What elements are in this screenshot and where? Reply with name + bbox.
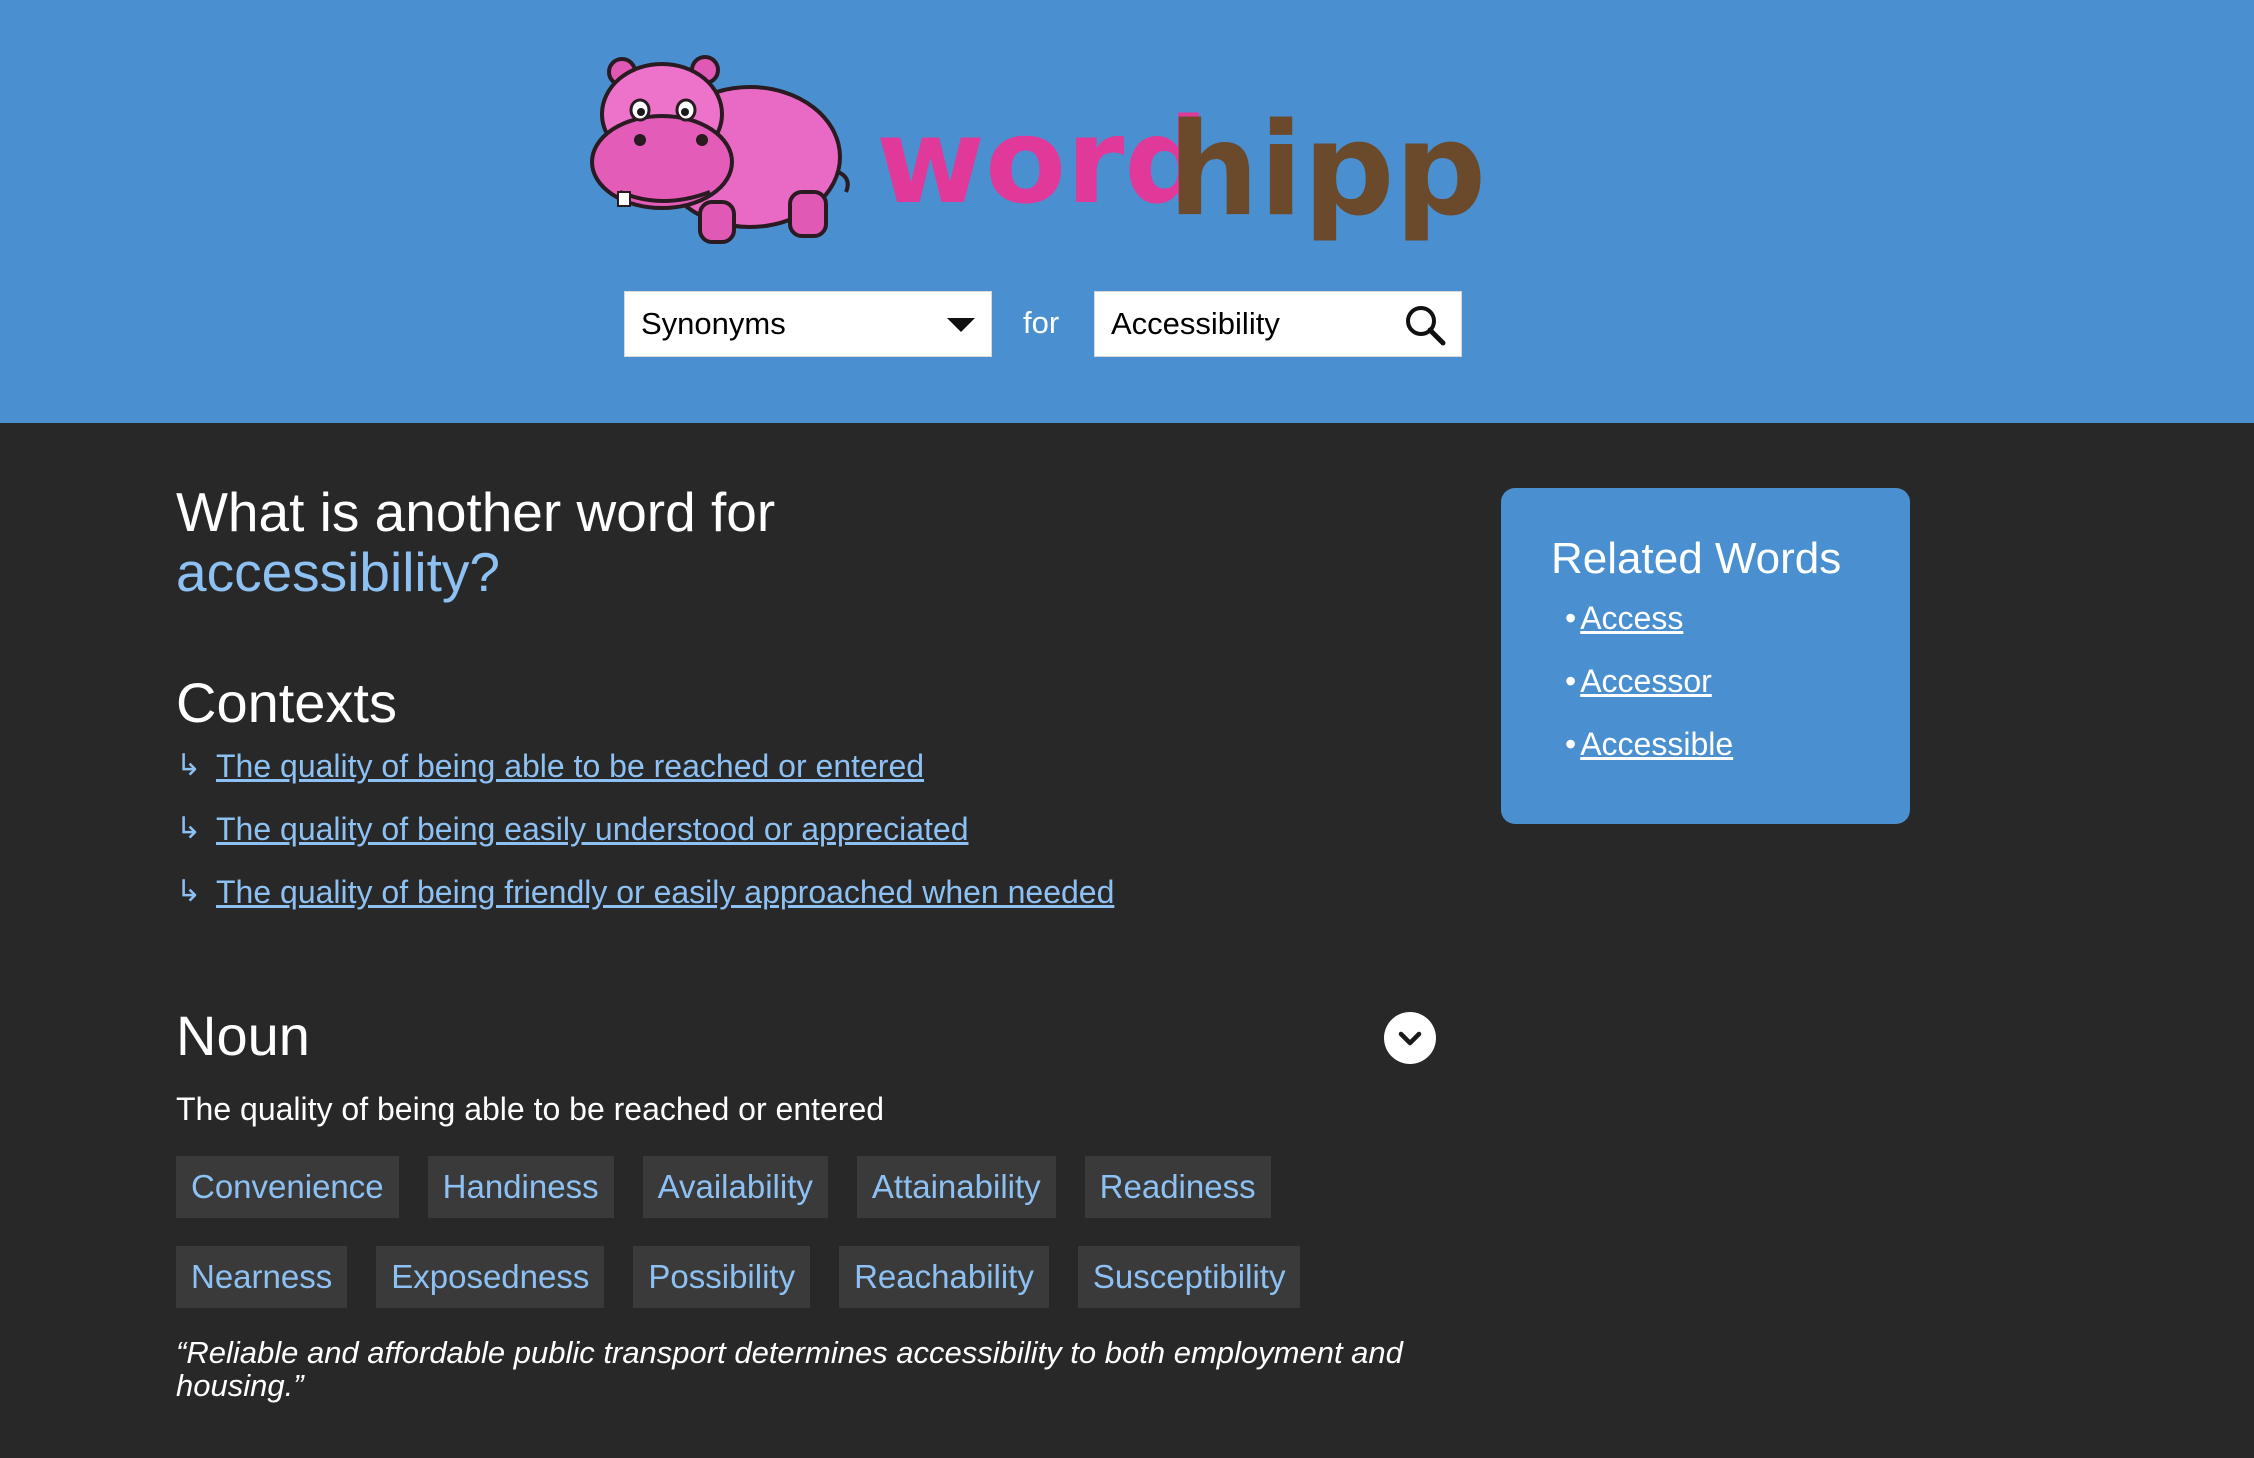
context-link[interactable]: The quality of being easily understood o… bbox=[216, 811, 968, 848]
search-icon bbox=[1406, 306, 1446, 346]
synonym-chip[interactable]: Reachability bbox=[839, 1246, 1049, 1308]
for-label: for bbox=[1023, 305, 1060, 340]
context-link[interactable]: The quality of being able to be reached … bbox=[216, 748, 924, 785]
synonym-row: Nearness Exposedness Possibility Reachab… bbox=[176, 1246, 1329, 1308]
logo-word-text: word bbox=[876, 92, 1209, 230]
contexts-list: ↳ The quality of being able to be reache… bbox=[176, 748, 1114, 937]
bullet-icon: • bbox=[1565, 663, 1577, 699]
related-word-item: • Accessible bbox=[1565, 726, 1733, 789]
context-link[interactable]: The quality of being friendly or easily … bbox=[216, 874, 1114, 911]
context-item: ↳ The quality of being friendly or easil… bbox=[176, 874, 1114, 937]
example-sentence: “Reliable and affordable public transpor… bbox=[176, 1335, 1403, 1403]
wordhippo-logo[interactable]: word hippo bbox=[590, 52, 1490, 262]
synonym-chip[interactable]: Attainability bbox=[856, 1156, 1056, 1218]
return-arrow-icon: ↳ bbox=[176, 748, 202, 783]
synonym-chip[interactable]: Availability bbox=[642, 1156, 828, 1218]
site-header: word hippo Synonyms for bbox=[0, 0, 2254, 423]
related-words-list: • Access • Accessor • Accessible bbox=[1565, 600, 1733, 789]
search-input[interactable] bbox=[1095, 292, 1401, 356]
bullet-icon: • bbox=[1565, 600, 1577, 636]
related-word-item: • Access bbox=[1565, 600, 1733, 663]
page-title-prefix: What is another word for bbox=[176, 481, 776, 543]
related-words-panel: Related Words • Access • Accessor • Accessi… bbox=[1501, 488, 1910, 824]
contexts-heading: Contexts bbox=[176, 671, 397, 734]
search-field bbox=[1094, 291, 1462, 357]
synonym-chip[interactable]: Exposedness bbox=[376, 1246, 605, 1308]
noun-heading: Noun bbox=[176, 1004, 310, 1067]
page-title: What is another word for accessibility? bbox=[176, 482, 775, 602]
synonym-chip[interactable]: Susceptibility bbox=[1077, 1246, 1301, 1308]
bullet-icon: • bbox=[1565, 726, 1577, 762]
synonym-chip[interactable]: Handiness bbox=[427, 1156, 614, 1218]
related-word-link[interactable]: Access bbox=[1580, 600, 1683, 636]
hippo-mascot-icon: word hippo bbox=[590, 55, 1490, 245]
page-title-word: accessibility? bbox=[176, 541, 501, 603]
noun-definition: The quality of being able to be reached … bbox=[176, 1091, 885, 1127]
collapse-section-button[interactable] bbox=[1384, 1012, 1436, 1064]
synonym-chip[interactable]: Possibility bbox=[633, 1246, 811, 1308]
synonym-chip[interactable]: Nearness bbox=[176, 1246, 348, 1308]
search-type-value: Synonyms bbox=[641, 306, 786, 341]
caret-down-icon bbox=[947, 318, 975, 332]
context-item: ↳ The quality of being easily understood… bbox=[176, 811, 1114, 874]
return-arrow-icon: ↳ bbox=[176, 874, 202, 909]
context-item: ↳ The quality of being able to be reache… bbox=[176, 748, 1114, 811]
logo-hippo-text: hippo bbox=[1168, 96, 1490, 245]
return-arrow-icon: ↳ bbox=[176, 811, 202, 846]
chevron-down-icon bbox=[1398, 1031, 1422, 1046]
related-word-link[interactable]: Accessor bbox=[1580, 663, 1712, 699]
related-words-heading: Related Words bbox=[1551, 534, 1842, 583]
related-word-item: • Accessor bbox=[1565, 663, 1733, 726]
synonym-chip[interactable]: Convenience bbox=[176, 1156, 399, 1218]
related-word-link[interactable]: Accessible bbox=[1580, 726, 1733, 762]
synonym-row: Convenience Handiness Availability Attai… bbox=[176, 1156, 1300, 1218]
search-type-select[interactable]: Synonyms bbox=[624, 291, 992, 357]
synonym-chip[interactable]: Readiness bbox=[1084, 1156, 1271, 1218]
search-button[interactable] bbox=[1403, 303, 1447, 347]
